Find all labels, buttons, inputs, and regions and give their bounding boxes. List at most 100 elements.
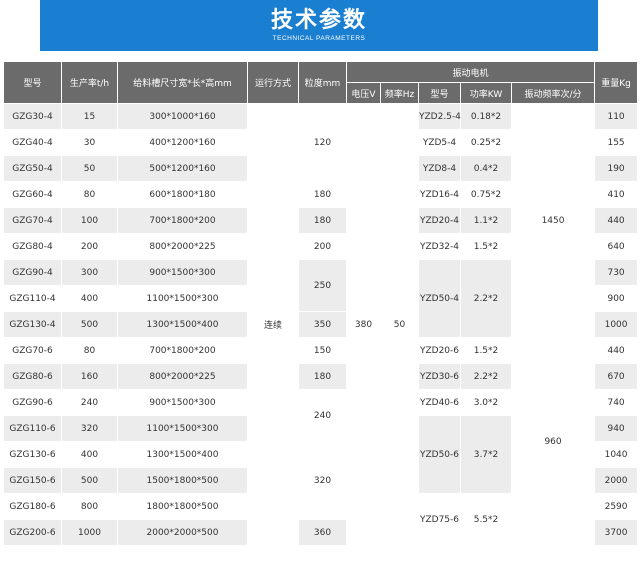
cell-trough-size: 1300*1500*400 <box>117 311 248 338</box>
cell-weight: 440 <box>594 207 639 234</box>
cell-capacity: 500 <box>61 311 118 338</box>
cell-vibration-frequency: 1450 <box>510 103 596 338</box>
cell-weight: 190 <box>594 155 639 182</box>
cell-model: GZG110-4 <box>3 285 62 312</box>
cell-motor-model: YZD20-6 <box>418 337 461 364</box>
cell-weight: 940 <box>594 415 639 442</box>
cell-weight: 155 <box>594 129 639 156</box>
cell-granularity: 250 <box>298 259 347 312</box>
cell-granularity: 150 <box>298 337 347 364</box>
cell-capacity: 400 <box>61 441 118 468</box>
header-operation-mode: 运行方式 <box>247 61 299 104</box>
header-weight: 重量Kg <box>594 61 639 104</box>
cell-capacity: 80 <box>61 337 118 364</box>
header-model: 型号 <box>3 61 62 104</box>
cell-granularity: 350 <box>298 311 347 338</box>
header-granularity: 粒度mm <box>298 61 347 104</box>
cell-model: GZG50-4 <box>3 155 62 182</box>
cell-capacity: 100 <box>61 207 118 234</box>
cell-model: GZG30-4 <box>3 103 62 130</box>
cell-motor-model: YZD16-4 <box>418 181 461 208</box>
cell-weight: 900 <box>594 285 639 312</box>
cell-vibration-frequency: 960 <box>510 337 596 546</box>
table-row: GZG30-4 15 300*1000*160 连续 120 380 50 YZ… <box>3 103 639 546</box>
cell-trough-size: 800*2000*225 <box>117 233 248 260</box>
cell-trough-size: 900*1500*300 <box>117 259 248 286</box>
cell-model: GZG80-4 <box>3 233 62 260</box>
cell-motor-model: YZD30-6 <box>418 363 461 390</box>
cell-model: GZG70-4 <box>3 207 62 234</box>
cell-frequency: 50 <box>380 103 419 546</box>
cell-trough-size: 600*1800*180 <box>117 181 248 208</box>
cell-granularity: 360 <box>298 519 347 546</box>
cell-granularity: 180 <box>298 363 347 390</box>
cell-power: 0.75*2 <box>460 181 512 208</box>
header-motor-model: 型号 <box>418 82 461 104</box>
cell-power: 0.4*2 <box>460 155 512 182</box>
cell-power: 1.5*2 <box>460 337 512 364</box>
cell-motor-model: YZD32-4 <box>418 233 461 260</box>
cell-trough-size: 1100*1500*300 <box>117 285 248 312</box>
cell-motor-model: YZD5-4 <box>418 129 461 156</box>
table-body: GZG30-4 15 300*1000*160 连续 120 380 50 YZ… <box>3 103 639 546</box>
cell-trough-size: 700*1800*200 <box>117 337 248 364</box>
cell-model: GZG80-6 <box>3 363 62 390</box>
cell-motor-model: YZD75-6 <box>418 493 461 546</box>
cell-trough-size: 300*1000*160 <box>117 103 248 130</box>
cell-capacity: 320 <box>61 415 118 442</box>
cell-weight: 670 <box>594 363 639 390</box>
cell-trough-size: 700*1800*200 <box>117 207 248 234</box>
cell-model: GZG90-4 <box>3 259 62 286</box>
cell-power: 3.0*2 <box>460 389 512 416</box>
cell-trough-size: 1100*1500*300 <box>117 415 248 442</box>
cell-motor-model: YZD2.5-4 <box>418 103 461 130</box>
cell-capacity: 15 <box>61 103 118 130</box>
cell-granularity: 200 <box>298 233 347 260</box>
table-row: GZG70-6 80 700*1800*200 150 YZD20-6 1.5*… <box>3 337 639 546</box>
cell-power: 2.2*2 <box>460 363 512 390</box>
cell-motor-model: YZD50-4 <box>418 259 461 338</box>
cell-power: 2.2*2 <box>460 259 512 338</box>
cell-model: GZG60-4 <box>3 181 62 208</box>
cell-weight: 740 <box>594 389 639 416</box>
cell-capacity: 800 <box>61 493 118 520</box>
cell-model: GZG40-4 <box>3 129 62 156</box>
cell-power: 5.5*2 <box>460 493 512 546</box>
cell-capacity: 400 <box>61 285 118 312</box>
cell-motor-model: YZD40-6 <box>418 389 461 416</box>
cell-capacity: 300 <box>61 259 118 286</box>
table-header: 型号 生产率t/h 给料槽尺寸宽*长*高mm 运行方式 粒度mm 振动电机 重量… <box>3 61 639 104</box>
header-trough-size: 给料槽尺寸宽*长*高mm <box>117 61 248 104</box>
header-vibration-motor: 振动电机 <box>345 61 596 83</box>
cell-trough-size: 900*1500*300 <box>117 389 248 416</box>
cell-trough-size: 500*1200*160 <box>117 155 248 182</box>
header-voltage: 电压V <box>346 82 381 104</box>
cell-motor-model: YZD50-6 <box>418 415 461 494</box>
cell-operation-mode: 连续 <box>247 103 299 546</box>
cell-model: GZG150-6 <box>3 467 62 494</box>
cell-weight: 640 <box>594 233 639 260</box>
cell-trough-size: 2000*2000*500 <box>117 519 248 546</box>
cell-granularity: 320 <box>298 441 347 520</box>
cell-power: 1.5*2 <box>460 233 512 260</box>
cell-capacity: 80 <box>61 181 118 208</box>
page-title: 技术参数 <box>270 8 367 33</box>
cell-power: 0.18*2 <box>460 103 512 130</box>
title-banner: 技术参数 TECHNICAL PARAMETERS <box>40 0 598 51</box>
cell-power: 1.1*2 <box>460 207 512 234</box>
cell-model: GZG130-6 <box>3 441 62 468</box>
cell-trough-size: 1800*1800*500 <box>117 493 248 520</box>
cell-model: GZG70-6 <box>3 337 62 364</box>
cell-power: 0.25*2 <box>460 129 512 156</box>
spec-table: 型号 生产率t/h 给料槽尺寸宽*长*高mm 运行方式 粒度mm 振动电机 重量… <box>3 61 639 546</box>
cell-capacity: 1000 <box>61 519 118 546</box>
cell-capacity: 30 <box>61 129 118 156</box>
cell-trough-size: 1500*1800*500 <box>117 467 248 494</box>
header-vibration-frequency: 振动频率次/分 <box>510 82 596 104</box>
cell-model: GZG180-6 <box>3 493 62 520</box>
cell-granularity: 180 <box>298 207 347 234</box>
cell-weight: 1040 <box>594 441 639 468</box>
cell-weight: 2000 <box>594 467 639 494</box>
cell-weight: 110 <box>594 103 639 130</box>
cell-model: GZG200-6 <box>3 519 62 546</box>
